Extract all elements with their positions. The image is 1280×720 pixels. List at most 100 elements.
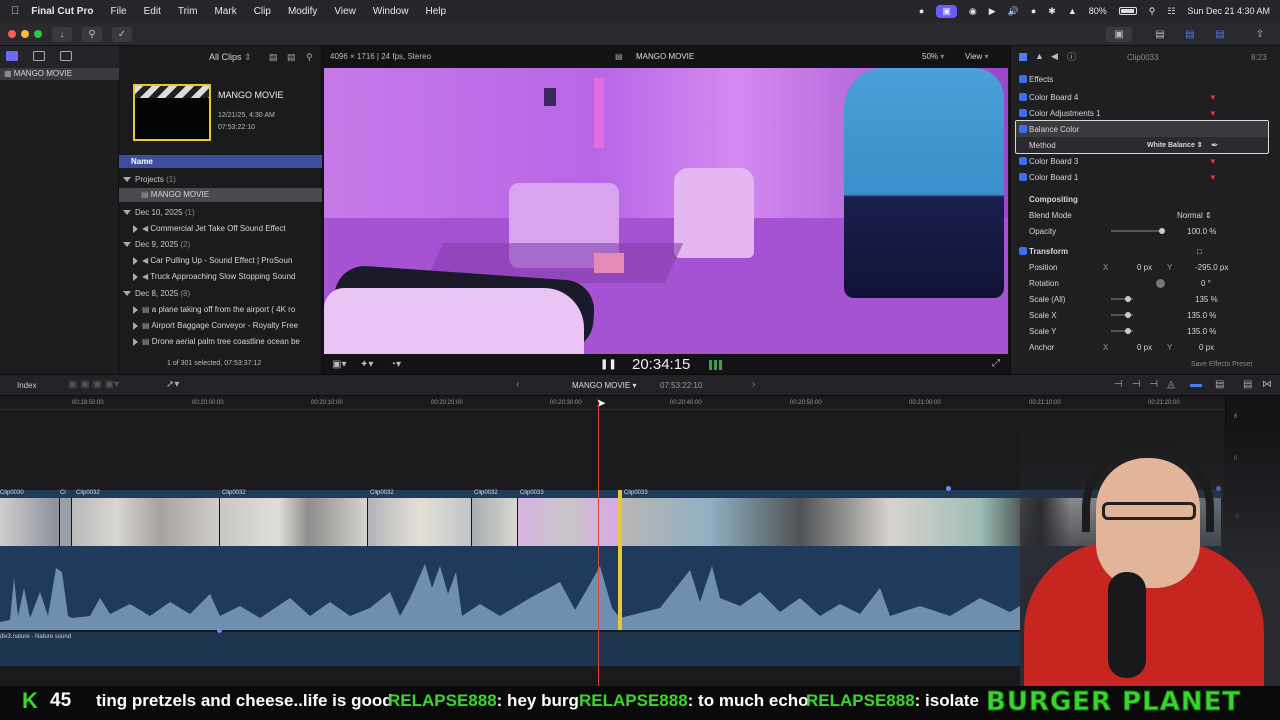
list-item[interactable]: ◀ Car Pulling Up - Sound Effect | ProSou…	[133, 256, 292, 265]
transform-onscreen-icon[interactable]: □	[1197, 247, 1202, 256]
transform-section-header[interactable]: Transform □	[1011, 243, 1280, 259]
selected-clip-outline[interactable]	[618, 490, 622, 630]
group-dec-9[interactable]: Dec 9, 2025 (2)	[123, 240, 190, 249]
record-icon[interactable]: ●	[919, 6, 924, 16]
anchor-x-value[interactable]: 0 px	[1137, 343, 1152, 352]
scale-y-value[interactable]: 135.0 %	[1187, 327, 1216, 336]
mic-icon[interactable]: ●	[1031, 6, 1036, 16]
clip-thumbnail[interactable]	[0, 498, 60, 546]
zoom-window-button[interactable]	[34, 30, 42, 38]
search-icon[interactable]: ⚲	[306, 52, 313, 63]
pause-button[interactable]: ❚❚	[600, 359, 617, 370]
zoom-timeline-icon[interactable]: ▤	[1243, 379, 1252, 390]
list-item[interactable]: ▤ Drone aerial palm tree coastline ocean…	[133, 337, 300, 346]
menu-file[interactable]: File	[110, 6, 126, 17]
index-button[interactable]: Index	[17, 381, 37, 390]
color-swatch-icon[interactable]: ▼	[1209, 109, 1217, 118]
speed-tool-icon[interactable]: ◔▾	[390, 359, 401, 370]
opacity-knob[interactable]	[1159, 228, 1165, 234]
photos-audio-tab-icon[interactable]	[33, 51, 45, 61]
rotation-value[interactable]: 0 °	[1201, 279, 1211, 288]
list-item[interactable]: ◀ Commercial Jet Take Off Sound Effect	[133, 224, 286, 233]
snapping-icon[interactable]: ▤	[1215, 379, 1224, 390]
menu-mark[interactable]: Mark	[214, 6, 236, 17]
view-dropdown[interactable]: View ▾	[965, 52, 988, 61]
color-swatch-icon[interactable]: ▼	[1209, 173, 1217, 182]
anchor-y-value[interactable]: 0 px	[1199, 343, 1214, 352]
share-button[interactable]: ⇧	[1250, 27, 1270, 42]
color-inspector-tab-icon[interactable]: ▲	[1035, 51, 1044, 61]
play-circle-icon[interactable]: ▶	[989, 6, 996, 17]
list-item[interactable]: ▤ MANGO MOVIE	[119, 188, 322, 202]
search-icon[interactable]: ⚲	[1149, 6, 1156, 17]
layout-browser-button[interactable]: ▤	[1150, 27, 1170, 42]
volume-icon[interactable]: 🔊	[1008, 6, 1019, 17]
battery-icon[interactable]	[1118, 7, 1137, 15]
clip-filter-dropdown[interactable]: All Clips ⇕	[209, 52, 252, 63]
layout-inspector-button[interactable]: ▤	[1210, 27, 1230, 42]
rotation-dial[interactable]	[1156, 279, 1165, 288]
video-frame[interactable]	[324, 68, 1008, 354]
compositing-section-header[interactable]: Compositing	[1011, 191, 1280, 207]
name-column-header[interactable]: Name	[119, 155, 322, 168]
zoom-dropdown[interactable]: 50% ▾	[922, 52, 944, 61]
group-dec-8[interactable]: Dec 8, 2025 (8)	[123, 289, 190, 298]
history-forward-icon[interactable]: ›	[752, 379, 755, 390]
screen-share-icon[interactable]: ▣	[936, 4, 957, 18]
apple-icon[interactable]: 	[11, 5, 19, 17]
background-tasks-button[interactable]: ✓	[112, 27, 132, 42]
playhead[interactable]	[598, 404, 599, 686]
group-dec-10[interactable]: Dec 10, 2025 (1)	[123, 208, 195, 217]
color-swatch-icon[interactable]: ▼	[1209, 157, 1217, 166]
crop-tool-icon[interactable]: ✦▾	[360, 359, 373, 370]
share-menu-button[interactable]: ▣	[1106, 27, 1132, 42]
list-item[interactable]: ◀ Truck Approaching Slow Stopping Sound	[133, 272, 295, 281]
list-item[interactable]: ▤ a plane taking off from the airport ( …	[133, 305, 295, 314]
titles-tab-icon[interactable]	[60, 51, 72, 61]
project-name-dropdown[interactable]: MANGO MOVIE ▾	[572, 381, 636, 390]
layout-timeline-button[interactable]: ▤	[1180, 27, 1200, 42]
sidebar-item-mango-movie[interactable]: ▦ MANGO MOVIE	[0, 68, 119, 80]
effect-color-board-1[interactable]: Color Board 1 ▼	[1011, 169, 1280, 185]
effects-section-header[interactable]: Effects	[1011, 71, 1280, 87]
save-effects-preset-button[interactable]: Save Effects Preset	[1191, 361, 1252, 368]
display-icon[interactable]: ◉	[969, 6, 977, 17]
clip-marker[interactable]	[946, 486, 951, 491]
event-thumbnail[interactable]	[133, 84, 211, 141]
close-timeline-icon[interactable]: ⋈	[1262, 379, 1272, 390]
history-back-icon[interactable]: ‹	[516, 379, 519, 390]
transform-tool-icon[interactable]: ▣▾	[332, 359, 346, 370]
bluetooth-icon[interactable]: ✱	[1048, 6, 1056, 17]
skimming-toggle[interactable]	[1190, 384, 1202, 387]
menu-app-name[interactable]: Final Cut Pro	[31, 6, 93, 17]
wifi-icon[interactable]: ▲	[1068, 6, 1077, 16]
color-swatch-icon[interactable]: ▼	[1209, 93, 1217, 102]
control-center-icon[interactable]: ☷	[1167, 6, 1175, 17]
minimize-window-button[interactable]	[21, 30, 29, 38]
position-y-value[interactable]: -295.0 px	[1195, 263, 1228, 272]
clip-thumbnail[interactable]	[220, 498, 368, 546]
timeline-right-icons[interactable]: ⊣⊣⊣◬	[1114, 379, 1184, 390]
opacity-slider[interactable]	[1111, 230, 1163, 232]
list-view-icon[interactable]: ▤	[287, 52, 296, 63]
select-tool-icon[interactable]: ➚▾	[166, 379, 179, 390]
audio-inspector-tab-icon[interactable]: ◀	[1051, 51, 1058, 62]
clip-thumbnail[interactable]	[472, 498, 518, 546]
clip-thumbnail[interactable]	[368, 498, 472, 546]
position-x-value[interactable]: 0 px	[1137, 263, 1152, 272]
blend-mode-dropdown[interactable]: Normal ⇕	[1177, 211, 1212, 220]
effect-balance-color[interactable]: Balance Color	[1016, 121, 1268, 137]
timeline-ruler[interactable]: 00:19:50:00 00:20:00:00 00:20:10:00 00:2…	[0, 396, 1225, 410]
scale-all-knob[interactable]	[1125, 296, 1131, 302]
menu-trim[interactable]: Trim	[178, 6, 198, 17]
clip-thumbnail[interactable]	[518, 498, 620, 546]
menu-modify[interactable]: Modify	[288, 6, 317, 17]
group-projects[interactable]: Projects (1)	[123, 175, 176, 184]
scale-all-value[interactable]: 135 %	[1195, 295, 1218, 304]
clip-thumbnail[interactable]	[60, 498, 72, 546]
keywords-button[interactable]: ⚲	[82, 27, 102, 42]
libraries-tab-icon[interactable]	[6, 51, 18, 61]
menu-window[interactable]: Window	[373, 6, 409, 17]
menu-help[interactable]: Help	[425, 6, 446, 17]
list-item[interactable]: ▤ Airport Baggage Conveyor - Royalty Fre…	[133, 321, 298, 330]
